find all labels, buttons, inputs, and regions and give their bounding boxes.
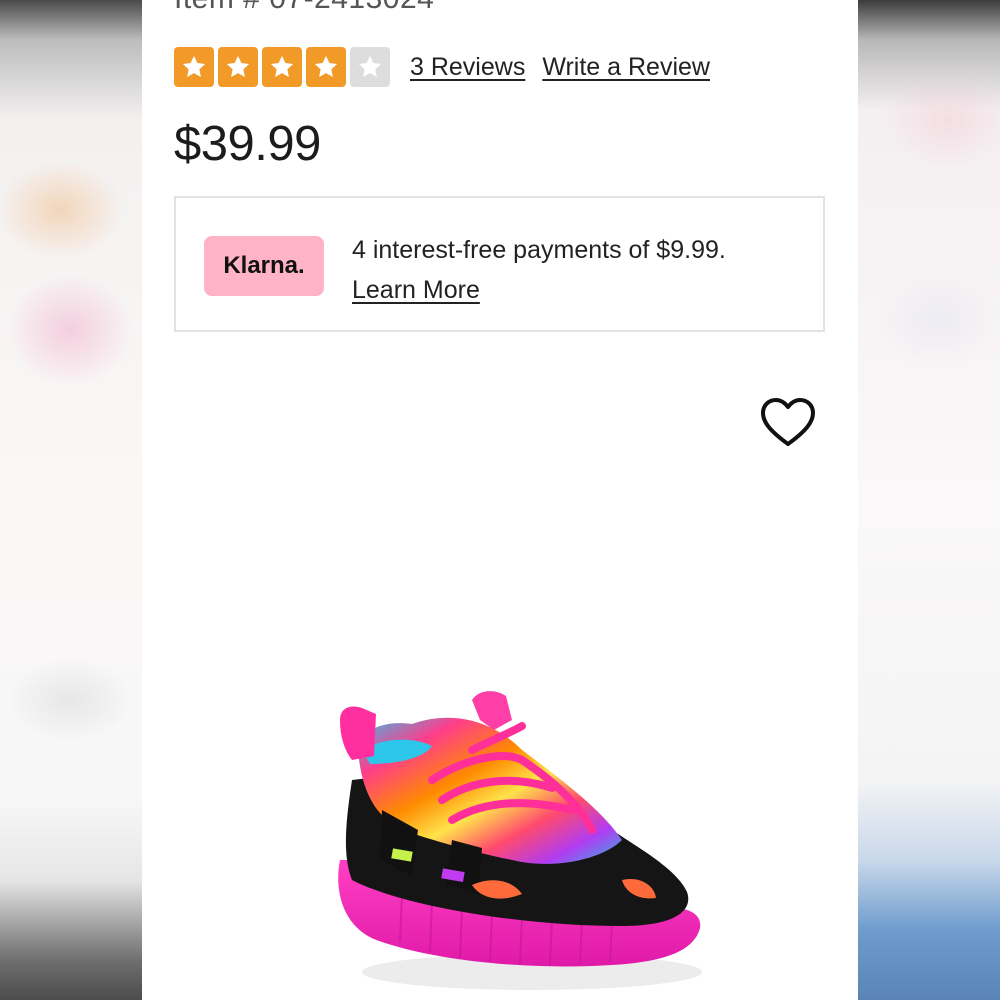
klarna-message: 4 interest-free payments of $9.99. Learn…	[352, 230, 812, 310]
product-detail-panel: Item # 07-2413024 3 Reviews Write a Revi…	[142, 0, 858, 1000]
item-number: Item # 07-2413024	[174, 0, 434, 16]
blurred-background-left	[0, 0, 142, 1000]
product-price: $39.99	[174, 117, 321, 171]
star-filled-icon	[218, 47, 258, 87]
sneaker-illustration	[338, 691, 702, 990]
klarna-payment-text: 4 interest-free payments of $9.99.	[352, 236, 726, 264]
star-rating[interactable]	[174, 47, 390, 87]
klarna-logo: Klarna.	[204, 236, 324, 296]
star-filled-icon	[306, 47, 346, 87]
star-empty-icon	[350, 47, 390, 87]
blurred-background-right	[858, 0, 1000, 1000]
product-image[interactable]	[322, 680, 722, 1000]
learn-more-link[interactable]: Learn More	[352, 276, 480, 304]
klarna-banner: Klarna. 4 interest-free payments of $9.9…	[174, 196, 825, 332]
heart-icon	[761, 398, 815, 446]
star-filled-icon	[262, 47, 302, 87]
rating-row: 3 Reviews Write a Review	[174, 47, 710, 87]
favorite-button[interactable]	[760, 397, 816, 449]
reviews-link[interactable]: 3 Reviews	[410, 53, 525, 82]
write-review-link[interactable]: Write a Review	[542, 53, 710, 82]
star-filled-icon	[174, 47, 214, 87]
